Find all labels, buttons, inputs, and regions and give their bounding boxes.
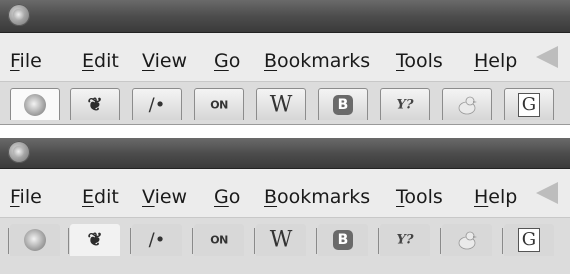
tab-cnn[interactable]: ON	[194, 88, 244, 120]
menu-tools[interactable]: Tools	[396, 33, 443, 81]
menu-bar: File Edit View Go Bookmarks Tools Help	[0, 33, 570, 82]
separator	[0, 126, 570, 138]
tab-google[interactable]: G	[502, 224, 554, 256]
menu-bar: File Edit View Go Bookmarks Tools Help	[0, 169, 570, 218]
lion-icon: ❦	[87, 94, 103, 115]
menu-go[interactable]: Go	[214, 33, 240, 81]
pen-icon: /•	[148, 94, 166, 115]
tab-lion[interactable]: ❦	[68, 224, 120, 256]
tab-google[interactable]: G	[504, 88, 554, 120]
menu-edit[interactable]: Edit	[82, 33, 119, 81]
back-arrow-icon[interactable]	[536, 182, 558, 204]
menu-view[interactable]: View	[142, 169, 187, 217]
yahoo-icon: Y?	[396, 97, 414, 112]
tab-duck[interactable]	[440, 224, 492, 256]
cnn-icon: ON	[210, 233, 228, 247]
firefox-app-icon[interactable]	[8, 141, 30, 163]
back-arrow-icon[interactable]	[536, 46, 558, 68]
menu-go[interactable]: Go	[214, 169, 240, 217]
firefox-icon	[24, 229, 46, 251]
tab-blogger[interactable]: B	[318, 88, 368, 120]
menu-bookmarks[interactable]: Bookmarks	[264, 169, 370, 217]
yahoo-icon: Y?	[396, 232, 414, 248]
google-icon: G	[518, 228, 540, 252]
lion-icon: ❦	[87, 229, 103, 251]
menu-file[interactable]: File	[10, 169, 42, 217]
pen-icon: /•	[148, 229, 166, 251]
tab-wikipedia[interactable]: W	[254, 224, 306, 256]
tab-lion[interactable]: ❦	[70, 88, 120, 120]
google-icon: G	[518, 92, 540, 117]
menu-tools[interactable]: Tools	[396, 169, 443, 217]
tab-blogger[interactable]: B	[316, 224, 368, 256]
menu-file[interactable]: File	[10, 33, 42, 81]
tab-yahoo[interactable]: Y?	[380, 88, 430, 120]
cnn-icon: ON	[210, 98, 228, 111]
title-bar[interactable]	[0, 0, 570, 33]
blogger-icon: B	[333, 94, 353, 115]
tab-duck[interactable]	[442, 88, 492, 120]
firefox-app-icon[interactable]	[8, 4, 30, 26]
browser-window-bottom: File Edit View Go Bookmarks Tools Help ❦…	[0, 138, 570, 274]
menu-edit[interactable]: Edit	[82, 169, 119, 217]
duck-icon	[458, 231, 477, 250]
tab-pen[interactable]: /•	[130, 224, 182, 256]
title-bar[interactable]	[0, 138, 570, 169]
tab-bar: ❦ /• ON W B Y? G	[0, 82, 570, 125]
tab-yahoo[interactable]: Y?	[378, 224, 430, 256]
tab-cnn[interactable]: ON	[192, 224, 244, 256]
blogger-icon: B	[333, 230, 353, 250]
tab-pen[interactable]: /•	[132, 88, 182, 120]
wikipedia-icon: W	[269, 92, 293, 117]
browser-window-top: File Edit View Go Bookmarks Tools Help ❦…	[0, 0, 570, 138]
firefox-icon	[24, 93, 46, 116]
menu-view[interactable]: View	[142, 33, 187, 81]
menu-help[interactable]: Help	[474, 33, 517, 81]
menu-bookmarks[interactable]: Bookmarks	[264, 33, 370, 81]
tab-bar: ❦ /• ON W B Y? G	[0, 218, 570, 274]
duck-icon	[458, 96, 477, 114]
tab-wikipedia[interactable]: W	[256, 88, 306, 120]
tab-firefox[interactable]	[10, 88, 60, 120]
tab-firefox[interactable]	[8, 224, 60, 256]
wikipedia-icon: W	[269, 227, 293, 253]
menu-help[interactable]: Help	[474, 169, 517, 217]
